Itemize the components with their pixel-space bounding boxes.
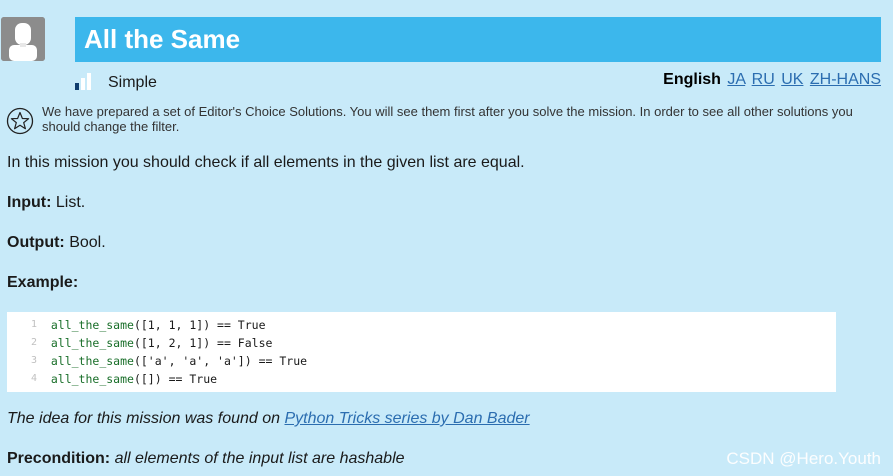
code-args: ([1, 1, 1]) == True (133, 318, 266, 332)
code-function-name: all_the_same (50, 318, 134, 332)
code-text: all_the_same([1, 1, 1]) == True (37, 316, 266, 334)
line-number: 3 (30, 355, 37, 366)
editors-choice-notice: We have prepared a set of Editor's Choic… (6, 104, 881, 135)
code-text: all_the_same([1, 2, 1]) == False (37, 334, 273, 352)
idea-source-link[interactable]: Python Tricks series by Dan Bader (284, 410, 529, 427)
output-label: Output: (7, 234, 65, 251)
language-link-ru[interactable]: RU (752, 71, 775, 88)
language-link-uk[interactable]: UK (781, 71, 803, 88)
code-function-name: all_the_same (50, 372, 134, 386)
code-args: ([]) == True (133, 372, 218, 386)
language-link-ja[interactable]: JA (727, 71, 745, 88)
difficulty-bars-icon (75, 72, 91, 90)
difficulty-bar (81, 78, 85, 90)
difficulty-label: Simple (108, 74, 157, 91)
code-function-name: all_the_same (50, 354, 134, 368)
example-heading: Example: (7, 273, 78, 293)
language-link-zh-hans[interactable]: ZH-HANS (810, 71, 881, 88)
code-args: ([1, 2, 1]) == False (133, 336, 273, 350)
input-spec: Input: List. (7, 193, 85, 213)
code-example: 1 all_the_same([1, 1, 1]) == True 2 all_… (7, 312, 836, 392)
input-label: Input: (7, 194, 52, 211)
mission-description: In this mission you should check if all … (7, 154, 525, 171)
output-value: Bool. (69, 234, 106, 251)
input-value: List. (55, 194, 86, 211)
line-number: 1 (30, 319, 37, 330)
mission-idea-credit: The idea for this mission was found on P… (7, 409, 530, 429)
idea-text: The idea for this mission was found on (7, 410, 285, 427)
language-switcher: English JA RU UK ZH-HANS (663, 71, 881, 89)
avatar[interactable] (1, 17, 45, 61)
code-function-name: all_the_same (50, 336, 134, 350)
line-number: 2 (30, 337, 37, 348)
code-text: all_the_same([]) == True (37, 370, 217, 388)
code-line: 2 all_the_same([1, 2, 1]) == False (7, 334, 836, 352)
precondition-label: Precondition: (7, 450, 111, 467)
difficulty-indicator: Simple (75, 70, 157, 91)
output-spec: Output: Bool. (7, 233, 106, 253)
watermark: CSDN @Hero.Youth (726, 449, 881, 468)
current-language: English (663, 71, 721, 88)
line-number: 4 (30, 373, 37, 384)
mission-title-bar: All the Same (75, 17, 881, 62)
example-label: Example: (7, 274, 79, 291)
code-line: 3 all_the_same(['a', 'a', 'a']) == True (7, 352, 836, 370)
code-text: all_the_same(['a', 'a', 'a']) == True (37, 352, 307, 370)
code-args: (['a', 'a', 'a']) == True (133, 354, 308, 368)
difficulty-bar (75, 83, 79, 90)
precondition: Precondition: all elements of the input … (7, 449, 405, 469)
difficulty-bar (87, 73, 91, 90)
precondition-value: all elements of the input list are hasha… (114, 450, 405, 467)
page-title: All the Same (84, 24, 241, 54)
notice-text: We have prepared a set of Editor's Choic… (42, 104, 853, 134)
star-icon (6, 107, 34, 135)
code-line: 1 all_the_same([1, 1, 1]) == True (7, 316, 836, 334)
user-silhouette-icon (1, 17, 45, 61)
code-line: 4 all_the_same([]) == True (7, 370, 836, 388)
